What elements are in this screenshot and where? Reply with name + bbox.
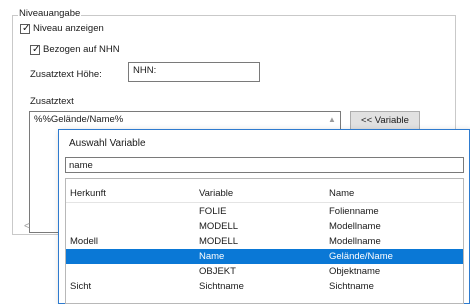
height-text-label: Zusatztext Höhe: — [30, 69, 102, 80]
row-name: Gelände/Name — [329, 251, 393, 262]
variable-search-value: name — [69, 160, 93, 171]
variable-table: Herkunft Variable Name FOLIE Folienname … — [65, 178, 464, 304]
row-name: Modellname — [329, 236, 381, 247]
row-origin: Sicht — [70, 281, 92, 292]
row-name: Sichtname — [329, 281, 374, 292]
table-row[interactable]: FOLIE Folienname — [66, 204, 463, 219]
row-variable: OBJEKT — [199, 266, 236, 277]
table-row-selected[interactable]: Name Gelände/Name — [66, 249, 463, 264]
column-header-variable[interactable]: Variable — [199, 186, 233, 201]
scroll-up-icon[interactable]: ▲ — [324, 112, 340, 128]
variable-selection-popup: Auswahl Variable name Herkunft Variable … — [58, 129, 470, 304]
row-name: Objektname — [329, 266, 381, 277]
variable-search-input[interactable]: name — [65, 157, 464, 173]
row-origin: Modell — [70, 236, 98, 247]
additional-text-label: Zusatztext — [30, 96, 74, 107]
table-row[interactable]: Sicht Sichtname Sichtname — [66, 279, 463, 294]
row-variable: Name — [199, 251, 225, 262]
relative-nhn-label: Bezogen auf NHN — [43, 44, 120, 55]
height-text-value: NHN: — [133, 65, 157, 76]
scroll-left-icon[interactable]: < — [24, 221, 52, 233]
table-header: Herkunft Variable Name — [66, 186, 463, 201]
show-level-label: Niveau anzeigen — [33, 23, 104, 34]
column-header-name[interactable]: Name — [329, 186, 354, 201]
table-row[interactable]: OBJEKT Objektname — [66, 264, 463, 279]
row-name: Modellname — [329, 221, 381, 232]
variable-button[interactable]: << Variable — [350, 111, 420, 130]
group-title: Niveauangabe — [18, 8, 82, 19]
checkmark-icon: ✓ — [22, 23, 31, 34]
relative-nhn-checkbox[interactable]: ✓ — [30, 44, 41, 55]
height-text-input[interactable]: NHN: — [128, 62, 260, 82]
table-row[interactable]: Modell MODELL Modellname — [66, 234, 463, 249]
show-level-checkbox[interactable]: ✓ — [20, 23, 31, 34]
additional-text-value: %%Gelände/Name% — [34, 114, 124, 125]
row-variable: Sichtname — [199, 281, 244, 292]
row-variable: MODELL — [199, 236, 239, 247]
checkmark-icon: ✓ — [32, 44, 41, 55]
table-row[interactable]: MODELL Modellname — [66, 219, 463, 234]
row-variable: FOLIE — [199, 206, 227, 217]
column-header-origin[interactable]: Herkunft — [70, 186, 106, 201]
row-variable: MODELL — [199, 221, 239, 232]
row-name: Folienname — [329, 206, 379, 217]
header-divider — [66, 202, 463, 203]
popup-title: Auswahl Variable — [69, 138, 146, 149]
